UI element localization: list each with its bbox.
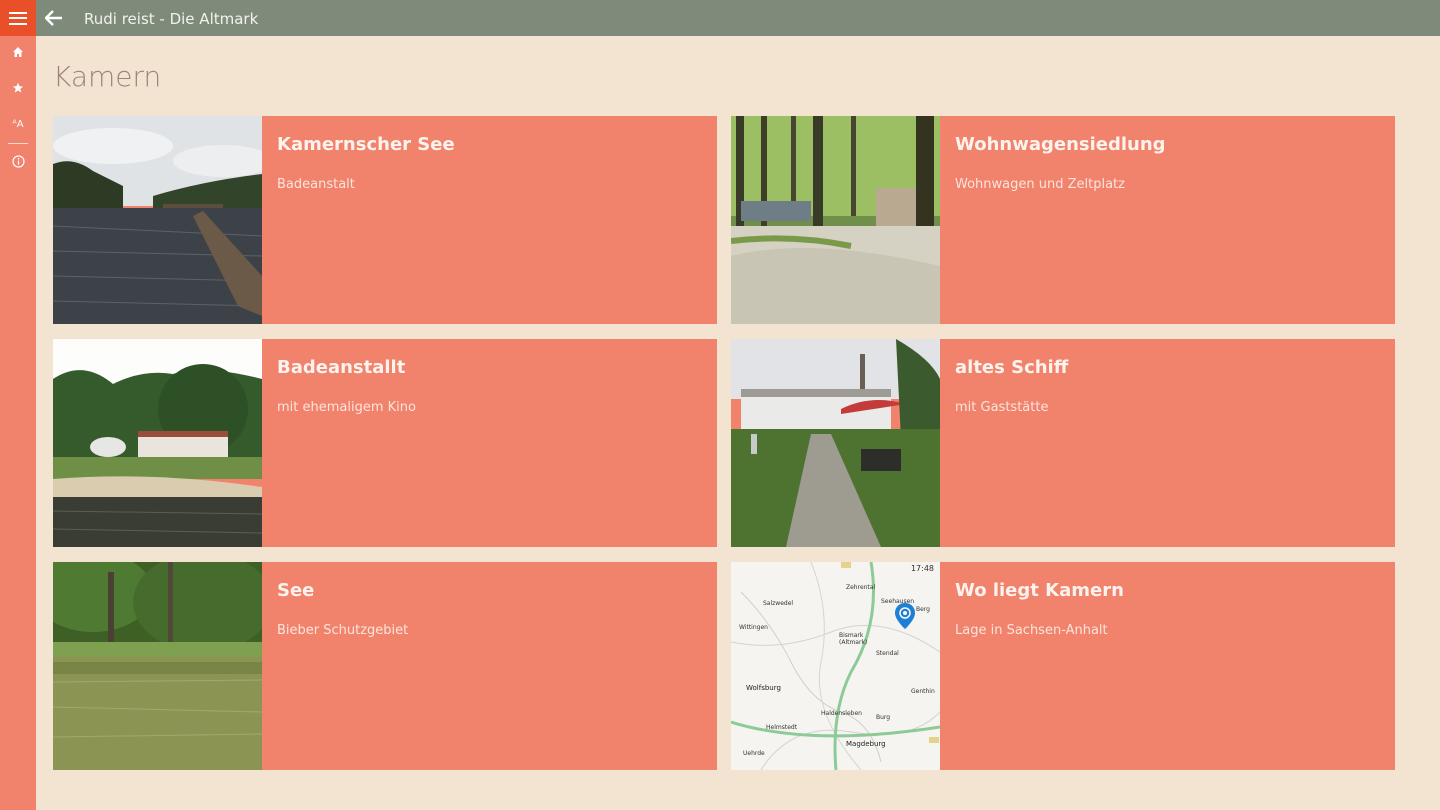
sidebar: ᴬA: [0, 0, 36, 810]
card-subtitle: mit Gaststätte: [955, 400, 1049, 415]
map-pin-icon: [895, 603, 915, 629]
card-badeanstallt[interactable]: Badeanstallt mit ehemaligem Kino: [53, 339, 717, 547]
sidebar-home-button[interactable]: [0, 34, 36, 70]
map-label-haldensleben: Haldensleben: [821, 710, 862, 717]
card-subtitle: Wohnwagen und Zeltplatz: [955, 177, 1125, 192]
map-label-wittingen: Wittingen: [739, 624, 768, 631]
back-arrow-icon: [45, 10, 62, 26]
card-title: Wo liegt Kamern: [955, 580, 1124, 601]
card-title: Badeanstallt: [277, 357, 406, 378]
map-label-berg: Berg: [916, 606, 930, 613]
forest-campsite-photo: [731, 116, 940, 324]
sidebar-info-button[interactable]: [0, 143, 36, 179]
card-altes-schiff[interactable]: altes Schiff mit Gaststätte: [731, 339, 1395, 547]
map-label-helmstedt: Helmstedt: [766, 724, 798, 731]
map-time: 17:48: [910, 564, 934, 573]
card-subtitle: Bieber Schutzgebiet: [277, 623, 409, 638]
map-label-bismark: Bismark (Altmark): [839, 632, 868, 646]
info-icon: [11, 154, 25, 168]
card-wo-liegt-kamern[interactable]: 17:48 Salzwedel Wittingen Bismark (Altma…: [731, 562, 1395, 770]
card-title: Kamernscher See: [277, 134, 455, 155]
card-title: altes Schiff: [955, 357, 1069, 378]
title-bar: Rudi reist - Die Altmark: [36, 0, 1440, 36]
map-label-salzwedel: Salzwedel: [763, 600, 794, 607]
star-icon: [12, 82, 24, 93]
map-label-magdeburg: Magdeburg: [846, 740, 886, 748]
map-label-stendal: Stendal: [876, 650, 899, 657]
card-wohnwagensiedlung[interactable]: Wohnwagensiedlung Wohnwagen und Zeltplat…: [731, 116, 1395, 324]
hamburger-menu-button[interactable]: [0, 0, 36, 36]
app-title: Rudi reist - Die Altmark: [84, 10, 259, 28]
page-title: Kamern: [53, 60, 162, 93]
restaurant-garden-photo: [731, 339, 940, 547]
map-label-burg: Burg: [876, 714, 891, 721]
lake-pier-photo: [53, 116, 262, 324]
green-lake-photo: [53, 562, 262, 770]
home-icon: [13, 47, 23, 57]
card-subtitle: Badeanstalt: [277, 177, 355, 192]
card-kamernscher-see[interactable]: Kamernscher See Badeanstalt: [53, 116, 717, 324]
sidebar-font-size-button[interactable]: ᴬA: [0, 106, 36, 142]
map-label-uehrde: Uehrde: [743, 750, 765, 757]
font-size-icon: ᴬA: [12, 118, 24, 130]
card-title: Wohnwagensiedlung: [955, 134, 1166, 155]
card-title: See: [277, 580, 315, 601]
sidebar-favorites-button[interactable]: [0, 70, 36, 106]
beach-building-photo: [53, 339, 262, 547]
card-subtitle: mit ehemaligem Kino: [277, 400, 416, 415]
hamburger-icon: [9, 11, 27, 25]
map-label-genthin: Genthin: [911, 688, 935, 695]
card-subtitle: Lage in Sachsen-Anhalt: [955, 623, 1108, 638]
location-map: 17:48 Salzwedel Wittingen Bismark (Altma…: [731, 562, 940, 770]
map-label-zehrental: Zehrental: [846, 584, 876, 591]
back-button[interactable]: [42, 6, 66, 30]
card-see[interactable]: See Bieber Schutzgebiet: [53, 562, 717, 770]
map-label-wolfsburg: Wolfsburg: [746, 684, 781, 692]
